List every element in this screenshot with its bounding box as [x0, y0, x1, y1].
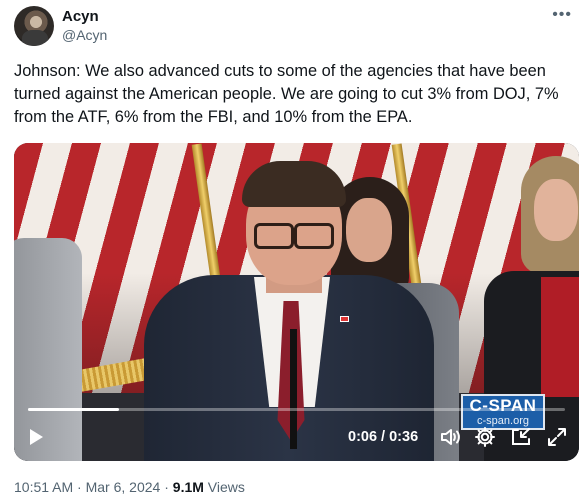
- fullscreen-icon[interactable]: [545, 425, 569, 449]
- dock-icon[interactable]: [509, 425, 533, 449]
- separator: ·: [164, 479, 169, 495]
- views-label: Views: [207, 479, 245, 495]
- cspan-logo: C-SPAN: [469, 396, 537, 415]
- tweet-time[interactable]: 10:51 AM: [14, 479, 73, 495]
- lapel-pin: [340, 316, 349, 322]
- volume-icon[interactable]: [438, 425, 462, 449]
- video-player[interactable]: C-SPAN c-span.org 0:06 / 0:36: [14, 143, 579, 461]
- tweet-card: Acyn @Acyn ••• Johnson: We also advanced…: [0, 0, 586, 499]
- video-controls: 0:06 / 0:36: [14, 421, 579, 455]
- person-right-top: [541, 277, 579, 397]
- speaker-glasses: [252, 223, 336, 249]
- time-display: 0:06 / 0:36: [348, 429, 419, 445]
- person-right-face: [534, 179, 578, 241]
- more-options-icon[interactable]: •••: [552, 6, 572, 24]
- play-icon[interactable]: [30, 429, 43, 445]
- progress-fill: [28, 408, 120, 411]
- tweet-meta: 10:51 AM · Mar 6, 2024 · 9.1M Views: [14, 479, 245, 495]
- person-center-face: [346, 198, 392, 262]
- user-handle[interactable]: @Acyn: [62, 27, 107, 43]
- speaker-hair: [242, 161, 346, 207]
- progress-bar[interactable]: [28, 408, 565, 411]
- tweet-date[interactable]: Mar 6, 2024: [86, 479, 161, 495]
- settings-gear-icon[interactable]: [473, 425, 497, 449]
- separator: ·: [77, 479, 82, 495]
- tweet-text: Johnson: We also advanced cuts to some o…: [14, 62, 559, 126]
- avatar[interactable]: [14, 6, 54, 46]
- display-name[interactable]: Acyn: [62, 8, 99, 25]
- views-count: 9.1M: [172, 479, 204, 495]
